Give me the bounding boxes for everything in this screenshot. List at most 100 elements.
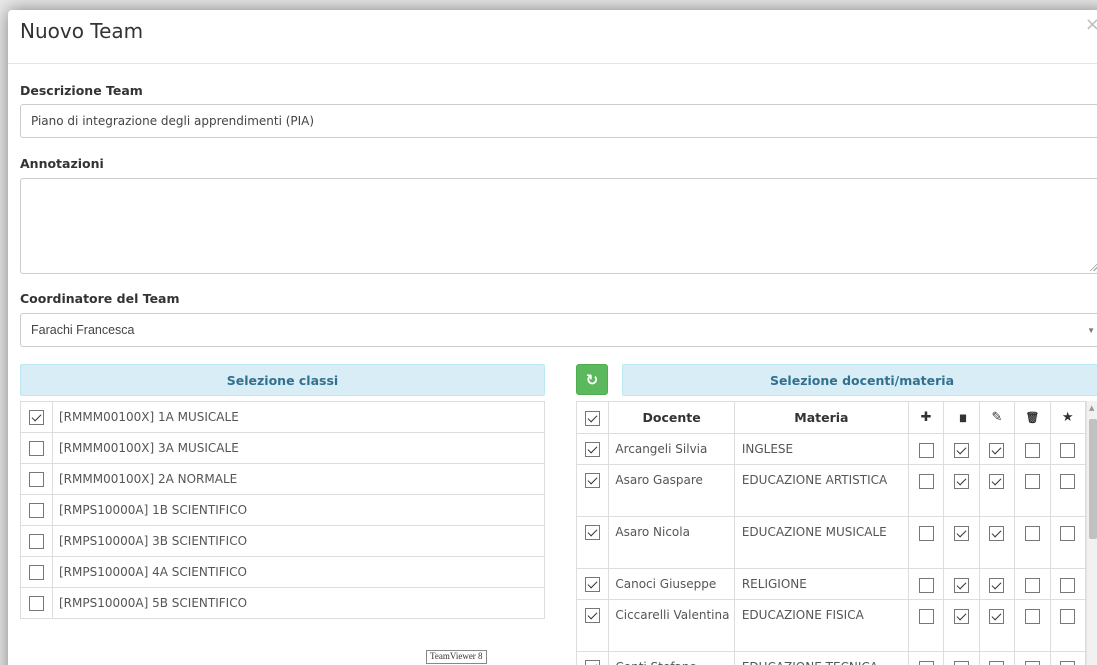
teacher-row[interactable]: Arcangeli Silvia INGLESE — [575, 433, 1087, 465]
class-checkbox[interactable] — [29, 564, 44, 580]
perm-edit-checkbox[interactable] — [989, 474, 1005, 489]
perm-cell — [1049, 516, 1087, 569]
perm-star-checkbox[interactable] — [1060, 443, 1076, 458]
perm-add-checkbox[interactable] — [918, 474, 934, 489]
teamviewer-badge: TeamViewer 8 — [426, 650, 487, 664]
perm-delete-checkbox[interactable] — [1024, 578, 1040, 593]
class-checkbox[interactable] — [29, 409, 44, 425]
teachers-header-label: Selezione docenti/materia — [769, 372, 955, 388]
annotazioni-textarea[interactable] — [20, 178, 1097, 274]
teacher-subject: EDUCAZIONE MUSICALE — [733, 516, 909, 569]
perm-star-checkbox[interactable] — [1060, 609, 1076, 624]
perm-read-checkbox[interactable] — [954, 474, 969, 489]
perm-edit-checkbox[interactable] — [989, 661, 1005, 665]
teachers-section-header: Selezione docenti/materia — [622, 364, 1097, 396]
coordinatore-select[interactable]: Farachi Francesca ▼ — [20, 313, 1097, 347]
perm-delete-checkbox[interactable] — [1024, 526, 1040, 541]
resize-grip-icon[interactable] — [1089, 263, 1097, 271]
teacher-subject: RELIGIONE — [733, 568, 909, 600]
class-row[interactable]: [RMMM00100X] 2A NORMALE — [20, 463, 545, 495]
perm-cell — [978, 599, 1016, 652]
teacher-name: Canoci Giuseppe — [608, 568, 735, 600]
class-checkbox-cell — [20, 494, 53, 526]
teacher-row[interactable]: Conti StefanoEDUCAZIONE TECNICA — [575, 651, 1087, 665]
perm-cell — [978, 433, 1016, 465]
annotazioni-label: Annotazioni — [20, 156, 104, 171]
teachers-scrollbar[interactable]: ▲ — [1086, 401, 1097, 665]
perm-star-checkbox[interactable] — [1060, 661, 1076, 665]
classes-table: [RMMM00100X] 1A MUSICALE [RMMM00100X] 3A … — [20, 401, 545, 619]
perm-delete-checkbox[interactable] — [1024, 474, 1040, 489]
class-checkbox[interactable] — [29, 595, 44, 611]
perm-star-checkbox[interactable] — [1060, 526, 1076, 541]
perm-cell — [1049, 433, 1087, 465]
teacher-row[interactable]: Asaro Nicola EDUCAZIONE MUSICALE — [575, 516, 1087, 569]
class-row[interactable]: [RMPS10000A] 3B SCIENTIFICO — [20, 525, 545, 557]
class-row[interactable]: [RMMM00100X] 1A MUSICALE — [20, 401, 545, 433]
teacher-select-checkbox[interactable] — [585, 577, 601, 592]
scroll-up-icon[interactable]: ▲ — [1089, 404, 1094, 412]
class-checkbox-cell — [20, 587, 53, 619]
perm-read-checkbox[interactable] — [954, 578, 969, 593]
perm-cell — [1014, 433, 1051, 465]
perm-read-checkbox[interactable] — [954, 443, 969, 458]
class-row[interactable]: [RMPS10000A] 4A SCIENTIFICO — [20, 556, 545, 588]
perm-edit-checkbox[interactable] — [989, 609, 1005, 624]
perm-add-checkbox[interactable] — [918, 609, 934, 624]
perm-edit-checkbox[interactable] — [989, 526, 1005, 541]
class-row[interactable]: [RMMM00100X] 3A MUSICALE — [20, 432, 545, 464]
perm-cell — [1014, 568, 1051, 600]
perm-add-checkbox[interactable] — [918, 661, 934, 665]
teacher-subject: EDUCAZIONE FISICA — [733, 599, 909, 652]
perm-add-checkbox[interactable] — [918, 443, 934, 458]
teacher-select-checkbox[interactable] — [585, 473, 601, 488]
class-row[interactable]: [RMPS10000A] 1B SCIENTIFICO — [20, 494, 545, 526]
perm-edit-checkbox[interactable] — [989, 578, 1005, 593]
perm-edit-checkbox[interactable] — [989, 443, 1005, 458]
docente-column-header[interactable]: Docente — [608, 401, 735, 434]
teacher-row[interactable]: Ciccarelli Valentina EDUCAZIONE FISICA — [575, 599, 1087, 652]
descrizione-input[interactable]: Piano di integrazione degli apprendiment… — [20, 104, 1097, 138]
modal-title: Nuovo Team — [20, 19, 144, 43]
refresh-button[interactable]: ↻ — [576, 364, 608, 395]
perm-cell — [907, 599, 945, 652]
close-icon[interactable]: × — [1085, 16, 1097, 34]
materia-column-header[interactable]: Materia — [733, 401, 909, 434]
perm-delete-checkbox[interactable] — [1024, 609, 1040, 624]
class-checkbox-cell — [20, 556, 53, 588]
class-row[interactable]: [RMPS10000A] 5B SCIENTIFICO — [20, 587, 545, 619]
teacher-select-cell — [575, 516, 610, 569]
perm-star-checkbox[interactable] — [1060, 578, 1076, 593]
perm-add-checkbox[interactable] — [918, 526, 934, 541]
perm-cell — [1014, 516, 1051, 569]
class-checkbox[interactable] — [29, 533, 44, 549]
teacher-select-cell — [575, 568, 610, 600]
teacher-select-checkbox[interactable] — [585, 442, 601, 457]
perm-read-checkbox[interactable] — [954, 609, 969, 624]
perm-cell — [943, 651, 980, 665]
teacher-select-cell — [575, 464, 610, 517]
scroll-thumb[interactable] — [1089, 419, 1097, 539]
perm-delete-checkbox[interactable] — [1024, 661, 1040, 665]
select-all-checkbox[interactable] — [585, 410, 601, 426]
perm-star-checkbox[interactable] — [1060, 474, 1076, 489]
perm-header-add: ✚ — [907, 401, 945, 434]
teacher-row[interactable]: Canoci Giuseppe RELIGIONE — [575, 568, 1087, 600]
perm-read-checkbox[interactable] — [954, 526, 969, 541]
teacher-row[interactable]: Asaro Gaspare EDUCAZIONE ARTISTICA — [575, 464, 1087, 517]
classes-section-header: Selezione classi — [20, 364, 545, 396]
perm-add-checkbox[interactable] — [918, 578, 934, 593]
teacher-select-checkbox[interactable] — [585, 660, 601, 665]
perm-cell — [943, 464, 980, 517]
perm-delete-checkbox[interactable] — [1024, 443, 1040, 458]
new-team-modal: Nuovo Team × Descrizione Team Piano di i… — [8, 10, 1097, 665]
class-checkbox[interactable] — [29, 502, 44, 518]
perm-cell — [907, 433, 945, 465]
class-label: [RMPS10000A] 4A SCIENTIFICO — [52, 556, 545, 588]
class-checkbox[interactable] — [29, 440, 44, 456]
perm-read-checkbox[interactable] — [954, 661, 969, 665]
perm-cell — [1049, 599, 1087, 652]
teacher-select-checkbox[interactable] — [585, 525, 601, 540]
class-checkbox[interactable] — [29, 471, 44, 487]
teacher-select-checkbox[interactable] — [585, 608, 601, 623]
